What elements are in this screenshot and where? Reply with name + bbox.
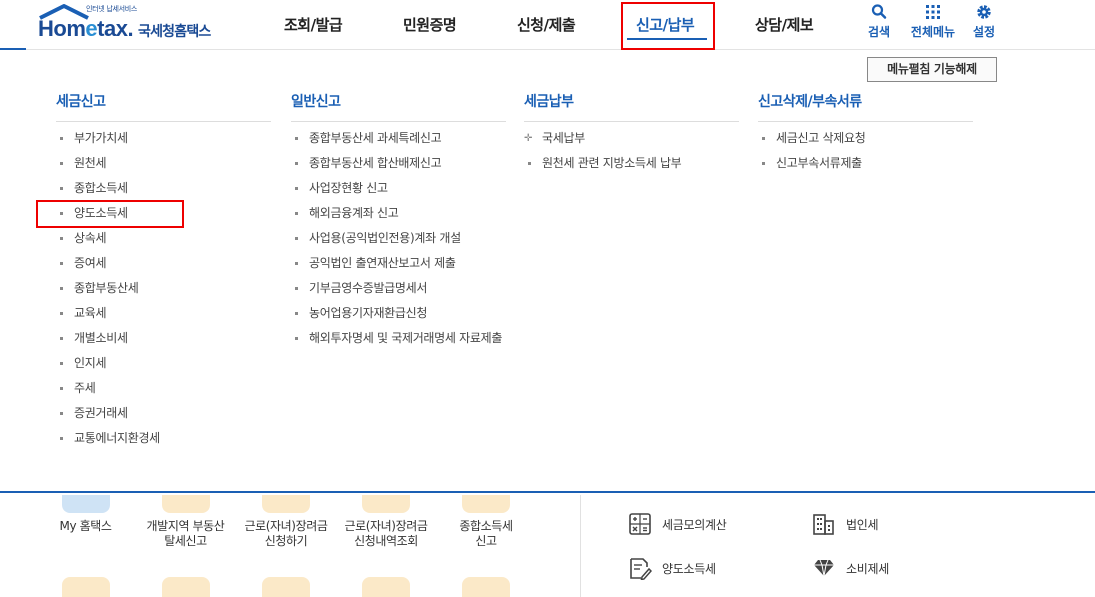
menu-item-property-special-filing[interactable]: 종합부동산세 과세특례신고: [291, 131, 506, 146]
logo-brand-kr: 국세청홈택스: [138, 24, 211, 40]
menu-item-gift-tax[interactable]: 증여세: [56, 256, 271, 271]
menu-item-overseas-investment-data[interactable]: 해외투자명세 및 국제거래명세 자료제출: [291, 331, 506, 346]
menu-item-vat[interactable]: 부가가치세: [56, 131, 271, 146]
document-pen-icon: [461, 495, 510, 513]
menu-item-public-interest-report[interactable]: 공익법인 출연재산보고서 제출: [291, 256, 506, 271]
quick-tile-partial[interactable]: [162, 577, 210, 597]
quick-label: 근로(자녀)장려금 신청내역조회: [344, 519, 428, 548]
highlight-box-capital-gains: [36, 200, 184, 228]
search-icon: [871, 4, 887, 19]
quick-tile-partial[interactable]: [362, 577, 410, 597]
menu-item-income-tax[interactable]: 종합소득세: [56, 181, 271, 196]
menu-item-farm-equipment-refund[interactable]: 농어업용기자재환급신청: [291, 306, 506, 321]
quick-menu-area: My 홈택스 개발지역 부동산 탈세신고 근로(자녀)장려금 신청하기 근로(자…: [0, 495, 1095, 597]
grid-menu-icon: [926, 5, 940, 19]
all-menu-label: 전체메뉴: [910, 25, 956, 39]
coin-stack-icon: [361, 495, 410, 513]
logo-brand: Hometax.: [38, 16, 134, 41]
mega-menu: 메뉴펼침 기능해제 세금신고 부가가치세 원천세 종합소득세 양도소득세 상속세…: [0, 51, 1095, 493]
quick-label: 세금모의계산: [662, 518, 727, 532]
menu-expand-toggle-button[interactable]: 메뉴펼침 기능해제: [867, 57, 997, 82]
menu-item-liquor-tax[interactable]: 주세: [56, 381, 271, 396]
user-icon: [61, 495, 110, 513]
header-accent-line: [0, 48, 26, 50]
gnb-inquiry[interactable]: 조회/발급: [284, 14, 343, 35]
settings-label: 설정: [972, 25, 996, 39]
gnb-application[interactable]: 신청/제출: [517, 14, 576, 35]
coin-hand-icon: [261, 495, 310, 513]
menu-column-tax-payment: 세금납부 국세납부 원천세 관련 지방소득세 납부: [524, 91, 739, 181]
menu-item-local-income-tax-payment[interactable]: 원천세 관련 지방소득세 납부: [524, 156, 739, 171]
header: 인터넷 납세서비스 Hometax. 국세청홈택스 조회/발급 민원증명 신청/…: [0, 0, 1095, 50]
logo-tagline: 인터넷 납세서비스: [86, 5, 138, 13]
menu-column-general-filing: 일반신고 종합부동산세 과세특례신고 종합부동산세 합산배제신고 사업장현황 신…: [291, 91, 506, 356]
building-icon: [813, 514, 834, 535]
menu-item-education-tax[interactable]: 교육세: [56, 306, 271, 321]
menu-column-title: 세금신고: [56, 91, 271, 122]
menu-item-property-tax[interactable]: 종합부동산세: [56, 281, 271, 296]
all-menu-button[interactable]: 전체메뉴: [906, 3, 960, 40]
menu-item-withholding-tax[interactable]: 원천세: [56, 156, 271, 171]
document-pen-icon: [630, 558, 652, 580]
highlight-box-gnb: [621, 2, 715, 50]
quick-label: 법인세: [846, 518, 879, 532]
quick-label: 종합소득세 신고: [459, 519, 513, 548]
menu-item-securities-tax[interactable]: 증권거래세: [56, 406, 271, 421]
quick-my-hometax[interactable]: My 홈택스: [38, 495, 133, 534]
menu-item-business-account-open[interactable]: 사업용(공익법인전용)계좌 개설: [291, 231, 506, 246]
quick-label: 양도소득세: [662, 562, 716, 576]
quick-label: My 홈택스: [59, 519, 112, 533]
quick-development-area-report[interactable]: 개발지역 부동산 탈세신고: [138, 495, 233, 549]
menu-column-title: 신고삭제/부속서류: [758, 91, 973, 122]
gnb-consulting[interactable]: 상담/제보: [755, 14, 814, 35]
quick-label: 소비제세: [846, 562, 889, 576]
quick-earned-income-apply[interactable]: 근로(자녀)장려금 신청하기: [238, 495, 333, 549]
calculator-icon: [629, 513, 651, 535]
quick-label: 개발지역 부동산 탈세신고: [146, 519, 225, 548]
menu-item-attachment-submit[interactable]: 신고부속서류제출: [758, 156, 973, 171]
search-button[interactable]: 검색: [864, 3, 894, 40]
diamond-icon: [814, 559, 834, 577]
settings-button[interactable]: 설정: [970, 3, 998, 40]
menu-item-stamp-tax[interactable]: 인지세: [56, 356, 271, 371]
quick-earned-income-history[interactable]: 근로(자녀)장려금 신청내역조회: [338, 495, 433, 549]
quick-tile-partial[interactable]: [62, 577, 110, 597]
menu-item-national-tax-payment[interactable]: 국세납부: [524, 131, 739, 146]
menu-column-title: 세금납부: [524, 91, 739, 122]
money-report-icon: [161, 495, 210, 513]
menu-item-filing-delete-request[interactable]: 세금신고 삭제요청: [758, 131, 973, 146]
hometax-logo[interactable]: 인터넷 납세서비스 Hometax. 국세청홈택스: [38, 4, 228, 46]
quick-tile-partial[interactable]: [462, 577, 510, 597]
menu-item-overseas-account-filing[interactable]: 해외금융계좌 신고: [291, 206, 506, 221]
gnb-certificate[interactable]: 민원증명: [403, 14, 457, 35]
divider: [580, 495, 581, 597]
menu-item-business-status-filing[interactable]: 사업장현황 신고: [291, 181, 506, 196]
gear-icon: [977, 5, 991, 19]
menu-item-donation-receipt[interactable]: 기부금영수증발급명세서: [291, 281, 506, 296]
quick-label: 근로(자녀)장려금 신청하기: [244, 519, 328, 548]
menu-item-transport-energy-tax[interactable]: 교통에너지환경세: [56, 431, 271, 446]
search-label: 검색: [867, 25, 891, 39]
menu-column-title: 일반신고: [291, 91, 506, 122]
quick-tile-partial[interactable]: [262, 577, 310, 597]
menu-column-delete-attachments: 신고삭제/부속서류 세금신고 삭제요청 신고부속서류제출: [758, 91, 973, 181]
menu-column-tax-filing: 세금신고 부가가치세 원천세 종합소득세 양도소득세 상속세 증여세 종합부동산…: [56, 91, 271, 456]
menu-item-property-exclusion-filing[interactable]: 종합부동산세 합산배제신고: [291, 156, 506, 171]
quick-income-tax-filing[interactable]: 종합소득세 신고: [438, 495, 533, 549]
menu-item-excise-tax[interactable]: 개별소비세: [56, 331, 271, 346]
menu-item-inheritance-tax[interactable]: 상속세: [56, 231, 271, 246]
